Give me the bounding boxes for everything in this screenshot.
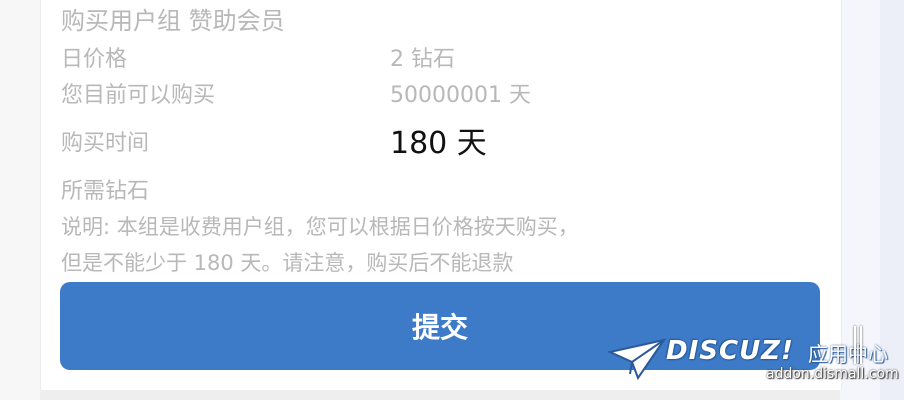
watermark-url: addon.dismall.com (766, 366, 899, 382)
max-days-label: 您目前可以购买 (61, 83, 216, 108)
paper-plane-icon (608, 338, 666, 380)
duration-value[interactable]: 180 天 (390, 126, 487, 162)
note-line-1: 说明: 本组是收费用户组，您可以根据日价格按天购买， (61, 215, 579, 239)
watermark-brand-cn: 应用中心 (808, 342, 888, 366)
watermark-bars (854, 326, 866, 366)
page-left-margin (0, 0, 40, 400)
daily-price-value: 2 钻石 (390, 47, 455, 72)
daily-price-label: 日价格 (61, 47, 128, 72)
duration-label: 购买时间 (61, 131, 150, 156)
note-line-2: 但是不能少于 180 天。请注意，购买后不能退款 (61, 251, 514, 275)
discuz-watermark: DISCUZ! 应用中心 addon.dismall.com (600, 320, 900, 400)
diamonds-needed-label: 所需钻石 (61, 179, 150, 204)
watermark-brand: DISCUZ! (666, 336, 794, 366)
max-days-value: 50000001 天 (390, 83, 531, 108)
form-title: 购买用户组 赞助会员 (61, 7, 285, 35)
